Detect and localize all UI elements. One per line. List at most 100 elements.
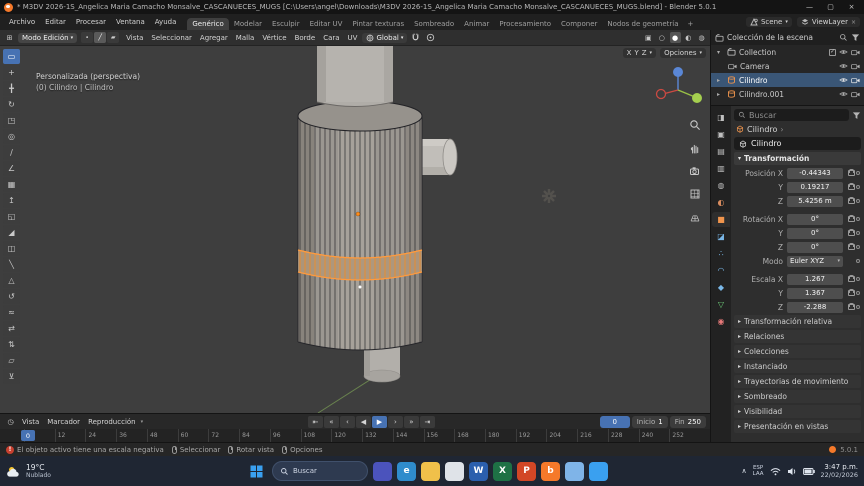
tool-bevel-button[interactable]: ◢ (3, 225, 20, 240)
lock-icon[interactable] (847, 216, 854, 222)
animate-dot-icon[interactable] (856, 259, 860, 263)
play-reverse-button[interactable]: ◀ (356, 416, 371, 428)
gizmo-x-axis[interactable] (657, 90, 666, 99)
lock-icon[interactable] (847, 230, 854, 236)
camera-view-icon[interactable] (688, 164, 702, 178)
lock-icon[interactable] (847, 184, 854, 190)
gizmo-axes-toggle[interactable]: X Y Z ▾ (623, 48, 656, 58)
frame-end-field[interactable]: Fin 250 (670, 416, 706, 428)
tool-smooth-button[interactable]: ≈ (3, 305, 20, 320)
search-icon[interactable] (839, 33, 848, 42)
scale-x-field[interactable]: 1.267 (787, 274, 843, 285)
animate-dot-icon[interactable] (856, 231, 860, 235)
outliner-row-collection[interactable]: ▾ Collection ✓ (711, 45, 864, 59)
menu-cara[interactable]: Cara (320, 32, 342, 44)
rotation-mode-dropdown[interactable]: Euler XYZ ▾ (787, 256, 843, 267)
object-name-field[interactable]: Cilindro (734, 137, 861, 150)
position-z-field[interactable]: 5.4256 m (787, 196, 843, 207)
taskbar-app-teams-icon[interactable] (373, 462, 392, 481)
tool-annotate-button[interactable]: ∕ (3, 145, 20, 160)
tab-particles[interactable]: ∴ (712, 246, 730, 261)
taskbar-app-chrome-icon[interactable] (445, 462, 464, 481)
menu-ayuda[interactable]: Ayuda (150, 16, 182, 28)
gizmo-y-axis[interactable] (692, 93, 702, 103)
shading-solid-button[interactable]: ● (670, 32, 681, 43)
scale-y-field[interactable]: 1.367 (787, 288, 843, 299)
workspace-tab-esculpir[interactable]: Esculpir (267, 18, 305, 30)
shading-rendered-button[interactable]: ◍ (696, 32, 707, 43)
clock-widget[interactable]: 3:47 p.m. 22/02/2026 (821, 463, 858, 479)
section-instanciado[interactable]: ▸ Instanciado (734, 360, 861, 373)
transform-orientation-dropdown[interactable]: Global ▾ (362, 33, 407, 43)
workspace-tab-animar[interactable]: Animar (459, 18, 494, 30)
section-relaciones[interactable]: ▸ Relaciones (734, 330, 861, 343)
weather-widget[interactable]: 19°C Nublado (6, 463, 51, 479)
tab-constraints[interactable]: ◆ (712, 280, 730, 295)
workspace-tab-nodos-geometria[interactable]: Nodos de geometría (602, 18, 683, 30)
workspace-tab-editar-uv[interactable]: Editar UV (305, 18, 348, 30)
menu-ventana[interactable]: Ventana (111, 16, 150, 28)
animate-dot-icon[interactable] (856, 217, 860, 221)
tab-render[interactable]: ▣ (712, 127, 730, 142)
eye-icon[interactable] (839, 91, 848, 97)
lock-icon[interactable] (847, 198, 854, 204)
gizmo-z-axis[interactable] (673, 67, 683, 77)
lock-icon[interactable] (847, 276, 854, 282)
animate-dot-icon[interactable] (856, 291, 860, 295)
axis-y-toggle[interactable]: Y (634, 49, 638, 57)
tab-view-layer[interactable]: ▥ (712, 161, 730, 176)
section-trayectorias[interactable]: ▸ Trayectorias de movimiento (734, 375, 861, 388)
current-frame-field[interactable]: 0 (600, 416, 630, 428)
tray-expand-icon[interactable]: ∧ (742, 467, 747, 475)
menu-malla[interactable]: Malla (233, 32, 258, 44)
lock-icon[interactable] (847, 170, 854, 176)
taskbar-app-excel-icon[interactable]: X (493, 462, 512, 481)
animate-dot-icon[interactable] (856, 199, 860, 203)
menu-borde[interactable]: Borde (292, 32, 319, 44)
play-button[interactable]: ▶ (372, 416, 387, 428)
tool-knife-button[interactable]: ╲ (3, 257, 20, 272)
lock-icon[interactable] (847, 290, 854, 296)
volume-icon[interactable] (787, 467, 797, 476)
lock-icon[interactable] (847, 304, 854, 310)
render-camera-icon[interactable] (851, 49, 860, 56)
animate-dot-icon[interactable] (856, 171, 860, 175)
prev-keyframe-button[interactable]: « (324, 416, 339, 428)
tool-transform-button[interactable]: ◎ (3, 129, 20, 144)
next-frame-button[interactable]: › (388, 416, 403, 428)
tool-rip-region-button[interactable]: ⊻ (3, 369, 20, 384)
editor-type-icon[interactable]: ⊞ (3, 34, 16, 42)
proportional-editing-icon[interactable] (424, 33, 436, 42)
taskbar-app-blender-icon[interactable]: b (541, 462, 560, 481)
tab-world[interactable]: ◐ (712, 195, 730, 210)
tool-extrude-button[interactable]: ↥ (3, 193, 20, 208)
frame-start-field[interactable]: Inicio 1 (632, 416, 668, 428)
edge-select-button[interactable]: ╱ (94, 32, 106, 43)
tab-modifiers[interactable]: ◪ (712, 229, 730, 244)
rotation-y-field[interactable]: 0° (787, 228, 843, 239)
outliner-editor-icon[interactable] (715, 34, 724, 42)
position-x-field[interactable]: -0.44343 (787, 168, 843, 179)
animate-dot-icon[interactable] (856, 277, 860, 281)
axis-x-toggle[interactable]: X (627, 49, 632, 57)
outliner-row-cilindro-001[interactable]: ▸ Cilindro.001 (711, 87, 864, 101)
lock-icon[interactable] (847, 244, 854, 250)
animate-dot-icon[interactable] (856, 305, 860, 309)
playhead[interactable]: 0 (21, 430, 35, 441)
section-presentacion[interactable]: ▸ Presentación en vistas (734, 420, 861, 433)
timeline-menu-marcador[interactable]: Marcador (44, 416, 83, 428)
properties-breadcrumb[interactable]: Cilindro › (734, 123, 861, 135)
taskbar-app-folder-icon[interactable] (421, 462, 440, 481)
axis-z-toggle[interactable]: Z (642, 49, 647, 57)
handle-cylinder-object[interactable] (420, 139, 457, 175)
position-y-field[interactable]: 0.19217 (787, 182, 843, 193)
scale-z-field[interactable]: -2.288 (787, 302, 843, 313)
tab-scene[interactable]: ◍ (712, 178, 730, 193)
tool-scale-button[interactable]: ◳ (3, 113, 20, 128)
add-workspace-button[interactable]: + (684, 18, 698, 30)
outliner-row-camera[interactable]: Camera (711, 59, 864, 73)
options-dropdown[interactable]: Opciones ▾ (660, 48, 706, 58)
shading-material-button[interactable]: ◐ (683, 32, 694, 43)
snap-magnet-icon[interactable] (409, 33, 422, 42)
taskbar-app-store-icon[interactable] (589, 462, 608, 481)
